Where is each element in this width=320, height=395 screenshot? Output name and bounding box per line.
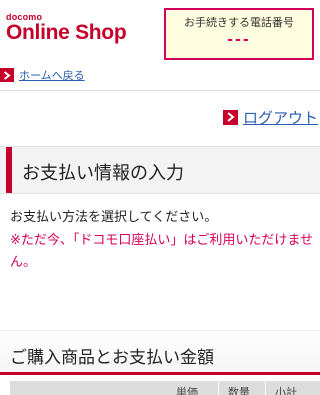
payment-section-title: お支払い情報の入力 xyxy=(22,163,184,184)
docomo-online-shop-logo[interactable]: docomo Online Shop xyxy=(6,12,127,44)
phone-number-box: お手続きする電話番号 --- xyxy=(164,8,314,60)
payment-section-header: お支払い情報の入力 xyxy=(0,146,320,194)
column-separator xyxy=(265,381,266,395)
column-subtotal: 小計 xyxy=(275,386,297,395)
logout-label[interactable]: ログアウト xyxy=(243,107,318,128)
purchase-section-title: ご購入商品とお支払い金額 xyxy=(10,348,214,368)
column-quantity: 数量 xyxy=(228,386,250,395)
back-to-home-link[interactable]: ホームへ戻る xyxy=(0,68,85,82)
purchase-section-header: ご購入商品とお支払い金額 xyxy=(0,330,320,375)
purchase-table-header: 単価 数量 小計 xyxy=(10,381,320,395)
logout-link[interactable]: ログアウト xyxy=(223,107,318,128)
logo-main-text: Online Shop xyxy=(6,21,127,44)
purchase-section-underline xyxy=(0,372,320,375)
column-unit-price: 単価 xyxy=(176,386,198,395)
header-divider xyxy=(0,90,320,91)
chevron-right-icon xyxy=(223,109,238,125)
section-accent-bar xyxy=(6,147,12,193)
payment-warning: ※ただ今、「ドコモ口座払い」はご利用いただけません。 xyxy=(10,233,314,270)
chevron-right-icon xyxy=(0,68,14,82)
payment-instruction: お支払い方法を選択してください。 xyxy=(10,210,218,225)
back-to-home-label[interactable]: ホームへ戻る xyxy=(19,67,85,83)
column-separator xyxy=(218,381,219,395)
phone-number-label: お手続きする電話番号 xyxy=(184,16,294,29)
phone-number-value: --- xyxy=(227,32,251,48)
